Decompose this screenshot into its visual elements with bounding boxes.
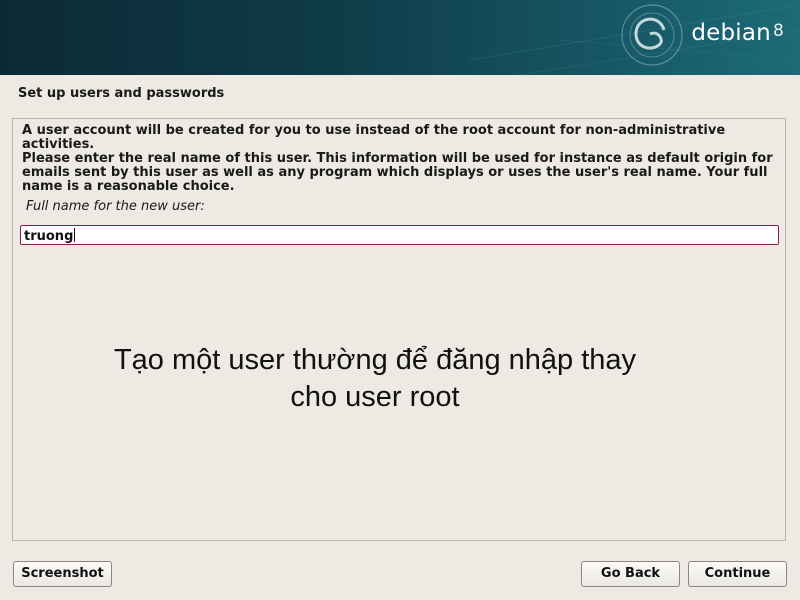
debian-logo: debian 8: [691, 20, 784, 46]
installer-banner: debian 8: [0, 0, 800, 75]
brand-version: 8: [772, 21, 784, 41]
continue-button[interactable]: Continue: [688, 561, 787, 587]
brand-text: debian: [691, 20, 771, 46]
full-name-label: Full name for the new user:: [26, 199, 205, 214]
screenshot-button[interactable]: Screenshot: [13, 561, 112, 587]
page-title: Set up users and passwords: [18, 86, 225, 101]
overlay-caption-line1: Tạo một user thường để đăng nhập thay: [113, 344, 637, 376]
text-caret: [74, 228, 76, 242]
overlay-caption: Tạo một user thường để đăng nhập thay ch…: [60, 342, 690, 416]
overlay-caption-line2: cho user root: [290, 381, 460, 413]
go-back-button[interactable]: Go Back: [581, 561, 680, 587]
banner-lines: [469, 4, 800, 75]
details-text: Please enter the real name of this user.…: [22, 151, 773, 194]
full-name-value: truong: [24, 229, 74, 244]
full-name-input[interactable]: truong: [20, 225, 779, 245]
intro-text: A user account will be created for you t…: [22, 123, 726, 152]
debian-swirl-icon: [621, 4, 683, 66]
